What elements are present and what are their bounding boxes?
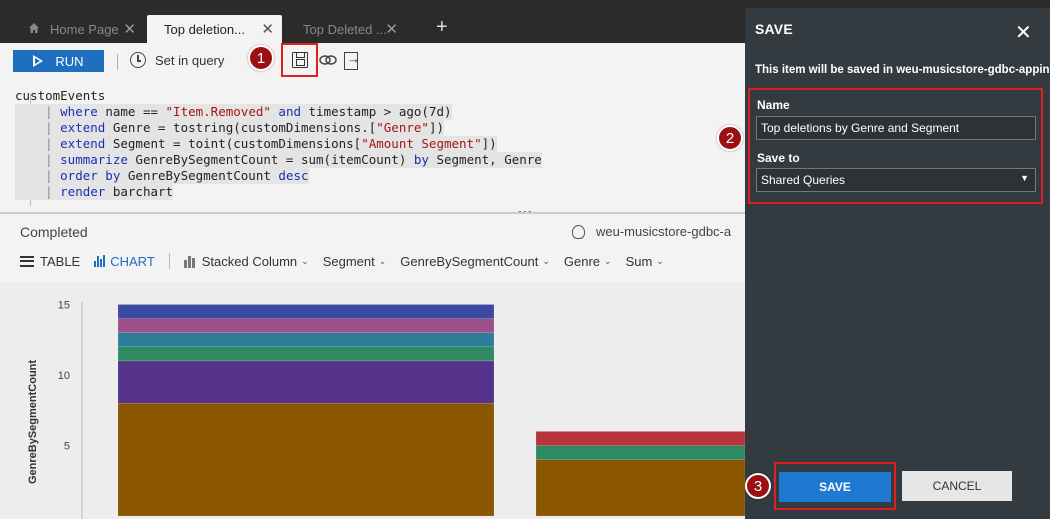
home-icon	[28, 22, 40, 37]
panel-title: SAVE	[755, 21, 793, 37]
y-tick-label: 10	[58, 370, 70, 382]
tab-strip: Home Page ✕ Top deletion... ✕ Top Delete…	[0, 0, 745, 43]
tab-label: Top deletion...	[164, 21, 245, 37]
bar-segment[interactable]	[117, 360, 495, 404]
save-to-label: Save to	[757, 151, 800, 165]
table-label: TABLE	[40, 253, 81, 269]
save-button[interactable]: SAVE	[779, 472, 891, 502]
bar-chart-icon	[94, 255, 106, 267]
split-by-dropdown[interactable]: Genre ⌄	[564, 254, 612, 269]
set-in-query-label: Set in query	[155, 52, 225, 68]
stacked-column-icon	[183, 255, 196, 268]
save-panel: SAVE ✕ This item will be saved in weu-mu…	[745, 8, 1050, 519]
lightbulb-icon	[572, 224, 585, 239]
split-by-value: Genre	[563, 253, 601, 269]
tab-home-page[interactable]: Home Page ✕	[16, 15, 144, 43]
chevron-down-icon: ⌄	[301, 255, 309, 266]
x-axis-dropdown[interactable]: Segment ⌄	[323, 254, 387, 269]
clock-icon	[130, 52, 146, 68]
close-icon[interactable]: ✕	[1015, 20, 1032, 45]
callout-badge: 1	[248, 45, 274, 71]
bar-segment[interactable]	[117, 304, 495, 319]
y-tick-label: 5	[64, 441, 70, 453]
add-tab-icon[interactable]: +	[436, 16, 448, 39]
save-button-highlight: SAVE	[774, 462, 896, 510]
tab-label: Home Page	[50, 21, 119, 37]
chart-area: 5 10 15 GenreBySegmentCount	[0, 282, 745, 519]
query-toolbar: RUN Set in query	[0, 43, 745, 80]
name-label: Name	[757, 98, 790, 112]
results-header: Completed weu-musicstore-gdbc-a TABLE CH…	[0, 214, 745, 282]
save-location-note: This item will be saved in weu-musicstor…	[755, 64, 1050, 76]
floppy-disk-icon	[291, 52, 308, 68]
code-line: | order by GenreBySegmentCount desc	[15, 168, 309, 184]
close-icon[interactable]: ✕	[261, 20, 274, 38]
stacked-column-chart: 5 10 15 GenreBySegmentCount	[27, 300, 745, 519]
cancel-button[interactable]: CANCEL	[902, 471, 1012, 501]
code-line: | extend Segment = toint(customDimension…	[15, 136, 497, 152]
code-line: | where name == "Item.Removed" and times…	[15, 104, 452, 120]
bar-segment[interactable]	[117, 332, 495, 348]
results-view-options: TABLE CHART Stacked Column ⌄ Segment ⌄ G…	[20, 253, 678, 269]
export-icon[interactable]	[344, 51, 360, 70]
save-form: Name Save to Shared Queries ▼	[748, 88, 1043, 204]
resource-name: weu-musicstore-gdbc-a	[596, 224, 732, 239]
code-line: | render barchart	[15, 184, 174, 200]
close-icon[interactable]: ✕	[385, 20, 398, 38]
query-name-input[interactable]	[756, 116, 1036, 140]
save-query-button[interactable]	[281, 43, 318, 77]
chevron-down-icon: ⌄	[542, 255, 550, 266]
chevron-down-icon: ⌄	[656, 255, 664, 266]
play-icon	[33, 55, 44, 67]
chevron-down-icon: ⌄	[604, 255, 612, 266]
top-bar-strip	[745, 0, 1050, 8]
code-line: | summarize GenreBySegmentCount = sum(it…	[15, 152, 542, 168]
bar-segment[interactable]	[117, 402, 495, 517]
link-icon[interactable]	[319, 53, 337, 72]
chevron-down-icon: ⌄	[378, 255, 387, 266]
bar-segment[interactable]	[535, 431, 745, 446]
run-button[interactable]: RUN	[13, 50, 104, 72]
table-view-button[interactable]: TABLE	[20, 254, 80, 269]
save-to-value: Shared Queries	[761, 173, 846, 187]
bar-segment[interactable]	[117, 346, 495, 362]
query-status: Completed	[20, 224, 88, 240]
aggregation-dropdown[interactable]: Sum ⌄	[626, 254, 664, 269]
view-divider	[168, 253, 170, 269]
chart-view-button[interactable]: CHART	[94, 254, 155, 269]
y-axis-dropdown[interactable]: GenreBySegmentCount ⌄	[400, 254, 550, 269]
y-tick-label: 15	[58, 300, 70, 312]
bar-segment[interactable]	[535, 445, 745, 460]
callout-badge: 3	[745, 473, 771, 499]
close-icon[interactable]: ✕	[123, 20, 136, 38]
chart-label: CHART	[110, 253, 155, 269]
resource-indicator: weu-musicstore-gdbc-a	[572, 224, 731, 239]
toolbar-divider	[117, 54, 118, 70]
x-axis-value: Segment	[322, 253, 375, 269]
tab-top-deletions[interactable]: Top deletion... ✕	[147, 15, 282, 43]
query-editor[interactable]: customEvents | where name == "Item.Remov…	[0, 80, 745, 210]
chart-type-dropdown[interactable]: Stacked Column ⌄	[183, 253, 309, 269]
tab-label: Top Deleted ...	[303, 21, 387, 37]
aggregation-value: Sum	[625, 253, 653, 269]
y-axis-value: GenreBySegmentCount	[400, 253, 539, 269]
bar-segment[interactable]	[117, 318, 495, 333]
run-label: RUN	[55, 53, 84, 69]
y-axis-label: GenreBySegmentCount	[27, 360, 39, 484]
set-in-query-button[interactable]: Set in query	[130, 52, 224, 68]
table-icon	[20, 255, 34, 267]
bar-segment[interactable]	[535, 459, 745, 517]
dropdown-arrow-icon: ▼	[1020, 173, 1029, 183]
chart-type-value: Stacked Column	[201, 253, 298, 269]
save-to-select[interactable]: Shared Queries ▼	[756, 168, 1036, 192]
code-line: | extend Genre = tostring(customDimensio…	[15, 120, 444, 136]
callout-badge: 2	[717, 125, 743, 151]
tab-top-deleted[interactable]: Top Deleted ... ✕	[286, 15, 406, 43]
code-line: customEvents	[15, 88, 106, 103]
